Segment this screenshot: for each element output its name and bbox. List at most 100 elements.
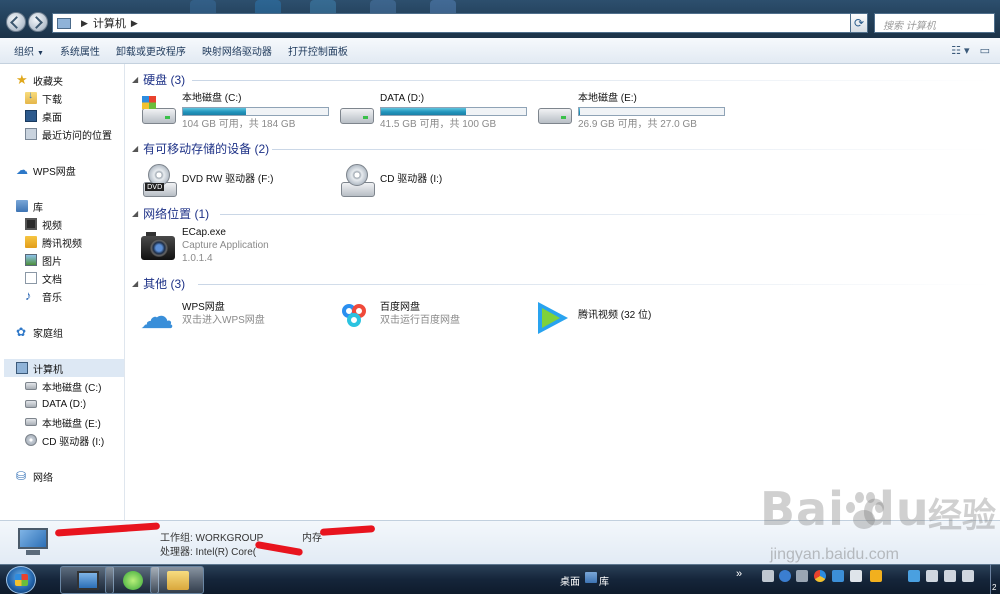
- breadcrumb-computer[interactable]: 计算机: [93, 15, 126, 31]
- homegroup-icon: ✿: [16, 325, 27, 339]
- hard-drive-icon: [338, 94, 376, 128]
- forward-button[interactable]: [28, 12, 48, 32]
- device-tile-cd[interactable]: CD 驱动器 (I:): [338, 162, 518, 206]
- sidebar-item-network[interactable]: ⛁ 网络: [16, 467, 53, 485]
- sidebar-item-computer[interactable]: 计算机: [4, 359, 124, 377]
- tray-device-icon[interactable]: [796, 570, 808, 582]
- group-header-hdd[interactable]: ◢ 硬盘 (3): [132, 71, 185, 88]
- tray-security-icon[interactable]: [814, 570, 826, 582]
- drive-usage-fill: [183, 108, 247, 115]
- back-button[interactable]: [6, 12, 26, 32]
- drive-usage-bar: [380, 107, 527, 116]
- device-name: DVD RW 驱动器 (F:): [182, 174, 274, 185]
- sidebar-item-desktop[interactable]: 桌面: [25, 107, 62, 125]
- other-tile-tencent-video[interactable]: 腾讯视频 (32 位): [536, 298, 716, 342]
- drive-usage-bar: [578, 107, 725, 116]
- hard-drive-icon: [536, 94, 574, 128]
- command-bar: 组织 ▼ 系统属性 卸载或更改程序 映射网络驱动器 打开控制面板 ☷ ▾ ▭: [0, 38, 1000, 64]
- drive-space-info: 26.9 GB 可用，共 27.0 GB: [578, 119, 697, 130]
- computer-monitor-icon: [14, 528, 48, 556]
- collapse-arrow-icon[interactable]: ◢: [132, 75, 138, 84]
- desktop-icon: [25, 110, 37, 122]
- workgroup-info: 工作组: WORKGROUP: [160, 533, 264, 544]
- collapse-arrow-icon[interactable]: ◢: [132, 279, 138, 288]
- sidebar-item-videos[interactable]: 视频: [25, 215, 62, 233]
- collapse-arrow-icon[interactable]: ◢: [132, 144, 138, 153]
- sidebar-item-drive-e[interactable]: 本地磁盘 (E:): [25, 413, 101, 431]
- open-control-panel-button[interactable]: 打开控制面板: [280, 43, 356, 58]
- cd-drive-icon: [338, 164, 376, 198]
- preview-pane-icon[interactable]: ▭: [980, 44, 990, 57]
- breadcrumb-separator-icon[interactable]: ▶: [131, 18, 138, 29]
- tray-flag-icon[interactable]: [926, 570, 938, 582]
- sidebar-item-wps[interactable]: ☁ WPS网盘: [16, 161, 76, 179]
- sidebar-item-documents[interactable]: 文档: [25, 269, 62, 287]
- item-name: 百度网盘: [380, 302, 420, 313]
- windows-logo-icon: [15, 574, 28, 586]
- sidebar-item-pictures[interactable]: 图片: [25, 251, 62, 269]
- collapse-arrow-icon[interactable]: ◢: [132, 209, 138, 218]
- dropdown-arrow-icon: ▼: [37, 50, 44, 57]
- uninstall-program-button[interactable]: 卸载或更改程序: [108, 43, 194, 58]
- drive-space-info: 41.5 GB 可用，共 100 GB: [380, 119, 497, 130]
- library-icon: [585, 572, 597, 583]
- other-tile-baidu[interactable]: 百度网盘 双击运行百度网盘: [338, 298, 518, 342]
- group-header-other[interactable]: ◢ 其他 (3): [132, 275, 185, 292]
- content-pane: ◢ 硬盘 (3) 本地磁盘 (C:) 104 GB 可用，共 184 GB DAT…: [126, 64, 1000, 520]
- sidebar-item-downloads[interactable]: 下载: [25, 89, 62, 107]
- toolbar-overflow-icon[interactable]: »: [736, 568, 742, 580]
- show-desktop-button[interactable]: [990, 564, 1000, 594]
- group-divider: [272, 149, 992, 150]
- item-version: 1.0.1.4: [182, 253, 213, 264]
- view-controls: ☷ ▾ ▭: [951, 44, 990, 57]
- group-header-network-location[interactable]: ◢ 网络位置 (1): [132, 205, 209, 222]
- start-button[interactable]: [6, 566, 36, 594]
- tray-keyboard-icon[interactable]: [762, 570, 774, 582]
- change-view-icon[interactable]: ☷ ▾: [951, 44, 969, 57]
- tray-input-icon[interactable]: [908, 570, 920, 582]
- sidebar-item-homegroup[interactable]: ✿ 家庭组: [16, 323, 63, 341]
- system-properties-button[interactable]: 系统属性: [52, 43, 108, 58]
- sidebar-item-drive-i[interactable]: CD 驱动器 (I:): [25, 431, 104, 449]
- tray-network-icon[interactable]: [962, 570, 974, 582]
- sidebar-item-libraries[interactable]: 库: [16, 197, 43, 215]
- hard-drive-icon: [25, 400, 37, 408]
- computer-icon: [57, 17, 71, 29]
- sidebar-item-recent[interactable]: 最近访问的位置: [25, 125, 112, 143]
- folder-icon: [167, 571, 189, 590]
- address-field[interactable]: ▶ 计算机 ▶ ▼: [52, 13, 867, 33]
- sidebar-item-favorites[interactable]: ★ 收藏夹: [16, 71, 63, 89]
- item-description: Capture Application: [182, 240, 269, 251]
- sidebar-item-drive-c[interactable]: 本地磁盘 (C:): [25, 377, 101, 395]
- device-tile-dvd[interactable]: DVD DVD RW 驱动器 (F:): [140, 162, 320, 206]
- refresh-button[interactable]: ⟳: [850, 13, 868, 33]
- drive-tile-e[interactable]: 本地磁盘 (E:) 26.9 GB 可用，共 27.0 GB: [536, 92, 736, 136]
- navigation-pane: ★收藏夹 下载 桌面 最近访问的位置 ☁WPS网盘 库 视频 腾讯视频 图片 文…: [0, 64, 125, 520]
- network-icon: ⛁: [16, 469, 27, 483]
- tray-volume-icon[interactable]: [944, 570, 956, 582]
- network-location-tile-ecap[interactable]: ECap.exe Capture Application 1.0.1.4: [140, 226, 340, 270]
- organize-menu[interactable]: 组织 ▼: [6, 43, 52, 58]
- drive-space-info: 104 GB 可用，共 184 GB: [182, 119, 296, 130]
- music-note-icon: ♪: [25, 288, 32, 303]
- search-input[interactable]: 搜索 计算机: [874, 13, 995, 33]
- tencent-video-folder-icon: [25, 236, 37, 248]
- tray-shield-icon[interactable]: [832, 570, 844, 582]
- tray-help-icon[interactable]: [779, 570, 791, 582]
- drive-tile-d[interactable]: DATA (D:) 41.5 GB 可用，共 100 GB: [338, 92, 538, 136]
- sidebar-item-music[interactable]: ♪ 音乐: [25, 287, 62, 305]
- taskbar-app-explorer[interactable]: [150, 566, 204, 594]
- breadcrumb-separator-icon[interactable]: ▶: [81, 18, 88, 29]
- map-network-drive-button[interactable]: 映射网络驱动器: [194, 43, 280, 58]
- other-tile-wps[interactable]: ☁ WPS网盘 双击进入WPS网盘: [140, 298, 320, 342]
- tray-app-icon[interactable]: [850, 570, 862, 582]
- group-header-removable[interactable]: ◢ 有可移动存储的设备 (2): [132, 140, 269, 157]
- library-toolbar-label[interactable]: 库: [599, 573, 609, 588]
- drive-name: 本地磁盘 (E:): [578, 93, 637, 104]
- tray-defender-icon[interactable]: [870, 570, 882, 582]
- item-description: 双击运行百度网盘: [380, 315, 460, 326]
- drive-tile-c[interactable]: 本地磁盘 (C:) 104 GB 可用，共 184 GB: [140, 92, 340, 136]
- desktop-toolbar-label[interactable]: 桌面: [560, 573, 580, 588]
- sidebar-item-tencent-video[interactable]: 腾讯视频: [25, 233, 82, 251]
- sidebar-item-drive-d[interactable]: DATA (D:): [25, 395, 86, 413]
